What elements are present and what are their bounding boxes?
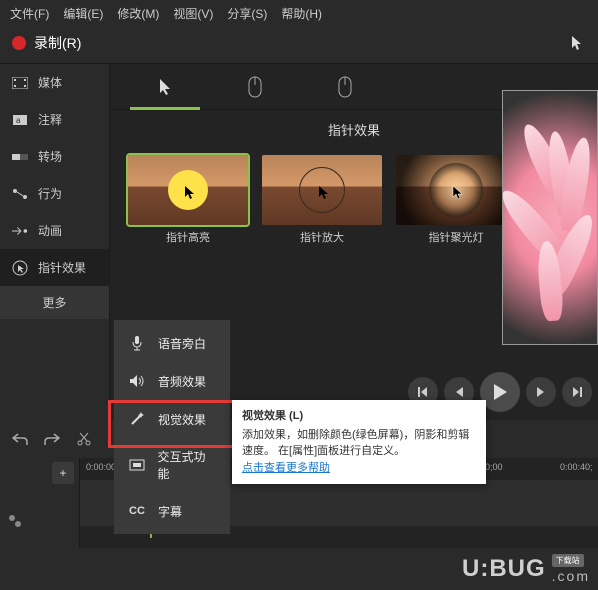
cc-icon: CC bbox=[128, 502, 146, 520]
interactive-icon bbox=[128, 456, 146, 474]
popup-label: 交互式功能 bbox=[158, 448, 216, 482]
sidebar: 媒体 a 注释 转场 行为 动画 指针效果 更多 bbox=[0, 64, 110, 424]
watermark: U:BUG 下载站 .com bbox=[462, 554, 590, 584]
popup-item-voice[interactable]: 语音旁白 bbox=[114, 324, 230, 362]
record-button[interactable]: 录制(R) bbox=[34, 33, 81, 53]
sidebar-label: 指针效果 bbox=[38, 259, 86, 276]
popup-label: 视觉效果 bbox=[158, 411, 206, 428]
thumb-cursor-highlight[interactable]: 指针高亮 bbox=[128, 155, 248, 249]
add-track-button[interactable]: + bbox=[52, 462, 74, 484]
transition-icon bbox=[12, 149, 28, 165]
thumb-cursor-spotlight[interactable]: 指针聚光灯 bbox=[396, 155, 516, 249]
thumb-label: 指针高亮 bbox=[128, 225, 248, 249]
menu-bar: 文件(F) 编辑(E) 修改(M) 视图(V) 分享(S) 帮助(H) bbox=[0, 0, 598, 27]
watermark-badge: 下载站 bbox=[552, 554, 584, 567]
redo-button[interactable] bbox=[40, 427, 64, 451]
sidebar-label: 媒体 bbox=[38, 74, 62, 91]
menu-modify[interactable]: 修改(M) bbox=[117, 5, 159, 22]
thumb-label: 指针聚光灯 bbox=[396, 225, 516, 249]
tab-cursor[interactable] bbox=[120, 64, 210, 110]
watermark-brand: U:BUG bbox=[462, 555, 546, 583]
wand-icon bbox=[128, 410, 146, 428]
record-bar: 录制(R) bbox=[0, 27, 598, 64]
record-dot-icon bbox=[12, 36, 26, 50]
mic-icon bbox=[128, 334, 146, 352]
cursor-icon bbox=[158, 78, 172, 96]
popup-label: 音频效果 bbox=[158, 373, 206, 390]
preview-image bbox=[503, 91, 597, 344]
sidebar-item-transition[interactable]: 转场 bbox=[0, 138, 109, 175]
tab-right-click[interactable] bbox=[300, 64, 390, 110]
popup-label: 语音旁白 bbox=[158, 335, 206, 352]
tooltip-title: 视觉效果 (L) bbox=[242, 408, 476, 425]
tooltip-body: 添加效果，如删除颜色(绿色屏幕)，阴影和剪辑速度。 在[属性]面板进行自定义。 bbox=[242, 427, 476, 460]
menu-file[interactable]: 文件(F) bbox=[10, 5, 49, 22]
step-forward-button[interactable] bbox=[526, 377, 556, 407]
popup-item-visual-fx[interactable]: 视觉效果 bbox=[114, 400, 230, 438]
cursor-fx-icon bbox=[12, 260, 28, 276]
behavior-icon bbox=[12, 186, 28, 202]
undo-button[interactable] bbox=[8, 427, 32, 451]
cursor-icon bbox=[568, 34, 586, 52]
sidebar-item-behavior[interactable]: 行为 bbox=[0, 175, 109, 212]
menu-share[interactable]: 分享(S) bbox=[227, 5, 267, 22]
mouse-right-icon bbox=[337, 76, 353, 98]
popup-label: 字幕 bbox=[158, 503, 182, 520]
svg-text:a: a bbox=[16, 116, 21, 125]
popup-item-caption[interactable]: CC 字幕 bbox=[114, 492, 230, 530]
thumb-cursor-magnify[interactable]: 指针放大 bbox=[262, 155, 382, 249]
sidebar-label: 行为 bbox=[38, 185, 62, 202]
tab-left-click[interactable] bbox=[210, 64, 300, 110]
watermark-domain: .com bbox=[552, 568, 590, 584]
more-popup-menu: 语音旁白 音频效果 视觉效果 交互式功能 CC 字幕 bbox=[114, 320, 230, 534]
menu-edit[interactable]: 编辑(E) bbox=[63, 5, 103, 22]
mouse-left-icon bbox=[247, 76, 263, 98]
sidebar-item-media[interactable]: 媒体 bbox=[0, 64, 109, 101]
menu-view[interactable]: 视图(V) bbox=[173, 5, 213, 22]
popup-item-interactive[interactable]: 交互式功能 bbox=[114, 438, 230, 492]
sidebar-label: 注释 bbox=[38, 111, 62, 128]
cut-button[interactable] bbox=[72, 427, 96, 451]
timeline-side: + bbox=[0, 458, 80, 548]
film-icon bbox=[12, 75, 28, 91]
menu-help[interactable]: 帮助(H) bbox=[281, 5, 322, 22]
track-toggle-icon[interactable] bbox=[8, 514, 22, 528]
sidebar-label: 转场 bbox=[38, 148, 62, 165]
sidebar-more-button[interactable]: 更多 bbox=[0, 286, 109, 319]
sidebar-item-annotation[interactable]: a 注释 bbox=[0, 101, 109, 138]
tooltip: 视觉效果 (L) 添加效果，如删除颜色(绿色屏幕)，阴影和剪辑速度。 在[属性]… bbox=[232, 400, 486, 484]
tooltip-help-link[interactable]: 点击查看更多帮助 bbox=[242, 462, 330, 474]
next-frame-button[interactable] bbox=[562, 377, 592, 407]
sidebar-label: 动画 bbox=[38, 222, 62, 239]
animation-icon bbox=[12, 223, 28, 239]
speaker-icon bbox=[128, 372, 146, 390]
preview-canvas[interactable] bbox=[502, 90, 598, 345]
annotation-icon: a bbox=[12, 112, 28, 128]
sidebar-item-cursor-fx[interactable]: 指针效果 bbox=[0, 249, 109, 286]
ruler-tick: 0:00:40; bbox=[560, 462, 593, 472]
popup-item-audio-fx[interactable]: 音频效果 bbox=[114, 362, 230, 400]
thumb-label: 指针放大 bbox=[262, 225, 382, 249]
sidebar-item-animation[interactable]: 动画 bbox=[0, 212, 109, 249]
play-button[interactable] bbox=[480, 372, 520, 412]
